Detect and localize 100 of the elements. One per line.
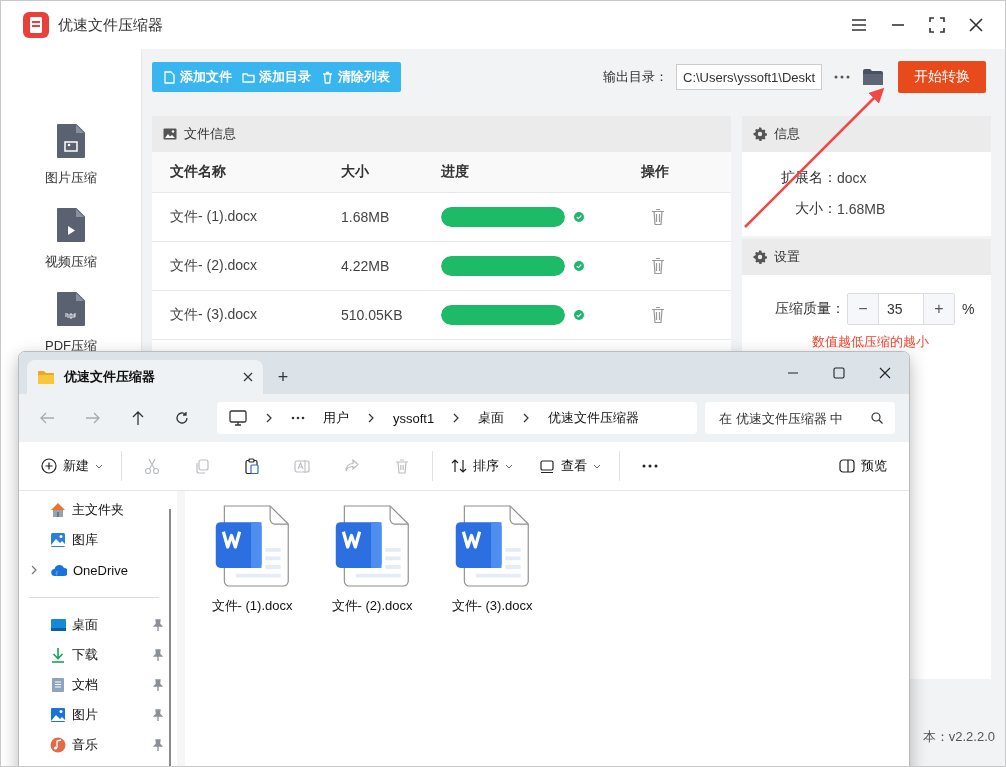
download-icon xyxy=(50,647,66,663)
nav-item[interactable]: 图片 xyxy=(72,706,147,724)
file-item[interactable]: 文件- (1).docx xyxy=(209,505,295,615)
sidebar-item[interactable]: PDF压缩 xyxy=(41,291,101,355)
output-path-field[interactable]: C:\Users\yssoft1\Deskt xyxy=(676,64,822,90)
file-item[interactable]: 文件- (3).docx xyxy=(449,505,535,615)
delete-icon[interactable] xyxy=(651,208,665,226)
sidebar-item[interactable]: 图片压缩 xyxy=(41,123,101,187)
quality-stepper[interactable]: − 35 + xyxy=(847,293,955,325)
breadcrumb-item[interactable]: yssoft1 xyxy=(393,410,435,426)
more-icon[interactable] xyxy=(291,416,305,420)
decrement-button[interactable]: − xyxy=(848,294,878,324)
file-name-cell-text: 文件- (3).docx xyxy=(169,306,259,324)
up-icon[interactable] xyxy=(131,410,145,426)
field-value: 1.68MB xyxy=(837,200,886,217)
breadcrumb-item[interactable]: 用户 xyxy=(323,409,349,427)
plus-icon xyxy=(41,458,57,474)
folder-icon xyxy=(242,70,255,84)
panel-title: 文件信息 xyxy=(184,125,236,143)
word-document-icon xyxy=(213,505,291,587)
app-logo-icon xyxy=(23,12,49,38)
computer-icon xyxy=(229,410,247,426)
sort-button[interactable]: 排序 xyxy=(443,450,521,482)
file-name-cell-text: 文件- (1).docx xyxy=(169,208,259,226)
refresh-icon[interactable] xyxy=(175,411,189,425)
chevron-icon xyxy=(522,413,531,423)
nav-item[interactable]: 桌面 xyxy=(72,616,147,634)
preview-pane-icon xyxy=(839,459,855,473)
fullscreen-icon[interactable] xyxy=(929,17,945,33)
nav-item[interactable]: 主文件夹 xyxy=(72,501,169,519)
maximize-icon[interactable] xyxy=(833,367,845,379)
chevron-icon xyxy=(367,413,375,423)
breadcrumb-item[interactable]: 优速文件压缩器 xyxy=(548,409,640,427)
start-button[interactable]: 开始转换 xyxy=(898,61,986,93)
music-icon xyxy=(50,737,66,753)
search-box[interactable]: 在 优速文件压缩器 中 xyxy=(705,402,895,434)
column-header: 进度 xyxy=(441,163,470,181)
preview-button[interactable]: 预览 xyxy=(831,450,895,482)
search-icon[interactable] xyxy=(871,412,883,424)
gear-icon xyxy=(753,250,767,264)
home-icon xyxy=(50,502,66,518)
delete-icon[interactable] xyxy=(651,257,665,275)
file-icon xyxy=(163,70,176,84)
nav-item[interactable]: 图库 xyxy=(72,531,169,549)
image-icon xyxy=(50,532,66,548)
file-size-cell-text: 1.68MB xyxy=(341,209,391,225)
pdf-file-icon xyxy=(56,291,86,327)
close-icon[interactable] xyxy=(243,372,253,382)
chevron-icon xyxy=(265,413,273,423)
increment-button[interactable]: + xyxy=(924,294,954,324)
caret-icon xyxy=(505,463,513,469)
file-name-cell-text: 文件- (2).docx xyxy=(169,257,259,275)
caret-icon xyxy=(95,463,103,469)
close-icon[interactable] xyxy=(879,367,891,379)
new-button[interactable]: 新建 xyxy=(33,450,111,482)
field-value: docx xyxy=(837,169,867,186)
image-icon xyxy=(163,128,177,140)
column-header: 操作 xyxy=(641,163,670,181)
sidebar-item[interactable]: 视频压缩 xyxy=(41,207,101,271)
nav-item[interactable]: OneDrive xyxy=(73,562,169,578)
close-icon[interactable] xyxy=(969,18,983,32)
file-size-cell-text: 510.05KB xyxy=(341,307,404,323)
file-size-cell-text: 4.22MB xyxy=(341,258,391,274)
expand-icon[interactable] xyxy=(31,565,38,575)
unit-label: % xyxy=(962,301,975,317)
app-title: 优速文件压缩器 xyxy=(58,15,163,35)
gear-icon xyxy=(753,127,767,141)
quality-label: 压缩质量： xyxy=(774,300,845,318)
trash-icon xyxy=(321,70,334,84)
version-label: 本：v2.2.2.0 xyxy=(922,728,995,746)
folder-icon xyxy=(37,369,55,385)
cloud-icon xyxy=(51,562,67,578)
breadcrumb-item[interactable]: 桌面 xyxy=(478,409,505,427)
more-icon[interactable] xyxy=(834,75,850,79)
folder-icon[interactable] xyxy=(862,68,884,86)
delete-icon[interactable] xyxy=(651,306,665,324)
desktop-icon xyxy=(50,617,66,633)
window-tab[interactable]: 优速文件压缩器 xyxy=(27,360,263,394)
view-button[interactable]: 查看 xyxy=(531,450,609,482)
nav-item[interactable]: 下载 xyxy=(72,646,147,664)
search-field[interactable]: 在 优速文件压缩器 中 xyxy=(717,409,871,427)
nav-item[interactable]: 音乐 xyxy=(72,736,147,754)
image-file-icon xyxy=(56,123,86,159)
hint-text: 数值越低压缩的越小 xyxy=(812,333,930,351)
word-document-icon xyxy=(333,505,411,587)
sort-icon xyxy=(451,458,467,474)
paste-icon[interactable] xyxy=(244,458,260,474)
field-label: 大小： xyxy=(794,199,837,218)
new-tab-button[interactable]: + xyxy=(263,360,303,394)
panel-title: 信息 xyxy=(774,125,800,143)
panel-title: 设置 xyxy=(774,248,800,266)
file-item[interactable]: 文件- (2).docx xyxy=(329,505,415,615)
chevron-icon xyxy=(452,413,461,423)
nav-item[interactable]: 文档 xyxy=(72,676,147,694)
address-bar[interactable]: 用户 yssoft1 桌面 优速文件压缩器 xyxy=(217,402,697,434)
column-header: 文件名称 xyxy=(169,163,227,181)
document-icon xyxy=(50,677,66,693)
image-icon xyxy=(50,707,66,723)
output-label: 输出目录： xyxy=(603,68,668,86)
menu-icon[interactable] xyxy=(851,18,867,32)
